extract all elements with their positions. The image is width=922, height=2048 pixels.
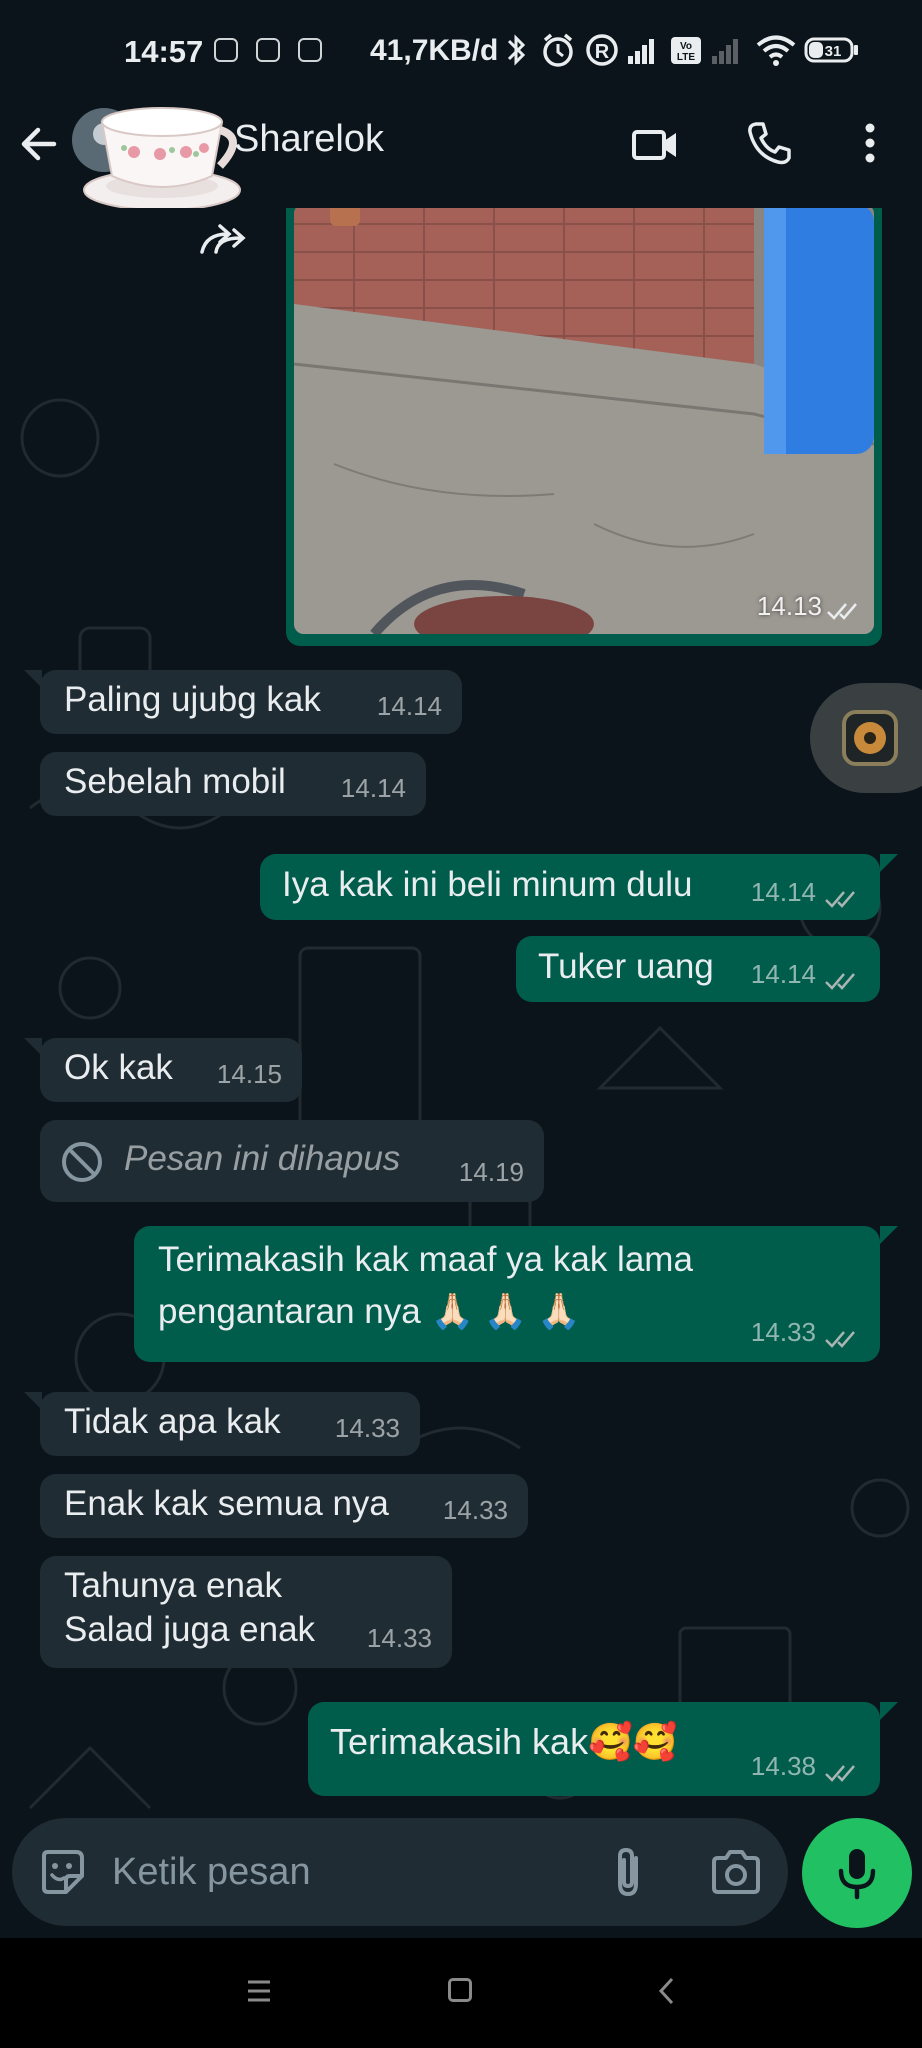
message-bubble-outgoing[interactable]: Terimakasih kak🥰🥰 14.38 xyxy=(308,1702,880,1796)
contact-name[interactable]: Sharelok xyxy=(234,118,384,161)
message-bubble-outgoing[interactable]: Iya kak ini beli minum dulu 14.14 xyxy=(260,854,880,920)
bluetooth-icon xyxy=(507,34,526,66)
message-bubble-outgoing[interactable]: Terimakasih kak maaf ya kak lama pengant… xyxy=(134,1226,880,1362)
system-navigation-bar xyxy=(0,1938,922,2048)
home-icon[interactable] xyxy=(448,1978,472,2002)
signal-icon xyxy=(628,39,654,64)
message-bubble-outgoing[interactable]: Tuker uang 14.14 xyxy=(516,936,880,1002)
signal-icon-2 xyxy=(712,39,738,64)
nav-back-icon[interactable] xyxy=(656,1976,678,2006)
bubble-tail xyxy=(24,1392,42,1410)
app-bubble-icon xyxy=(842,710,898,766)
alarm-icon xyxy=(543,33,573,67)
read-ticks-icon xyxy=(825,891,855,908)
message-time: 14.14 xyxy=(340,773,406,803)
message-time: 14.14 xyxy=(376,691,442,721)
chat-header: Sharelok xyxy=(0,100,922,211)
read-ticks-icon xyxy=(827,603,857,620)
bubble-tail xyxy=(880,1226,898,1244)
message-time: 14.14 xyxy=(750,959,816,989)
message-time: 14.15 xyxy=(216,1059,282,1089)
battery-icon: 31 xyxy=(804,37,858,63)
deleted-message-icon xyxy=(62,1142,102,1182)
video-call-icon[interactable] xyxy=(630,120,680,170)
message-text-line-1: Terimakasih kak maaf ya kak lama xyxy=(158,1240,693,1279)
status-bar: 14:57 41,7KB/d R Vo LTE 31 xyxy=(0,0,922,100)
bubble-tail xyxy=(24,670,42,688)
chat-area[interactable]: 14.13 Paling ujubg kak 14.14 Sebelah mob… xyxy=(0,208,922,1938)
voice-message-button[interactable] xyxy=(802,1818,912,1928)
sticker-emoji-icon[interactable] xyxy=(36,1846,88,1898)
message-text: Ok kak xyxy=(64,1048,173,1087)
message-bubble-incoming[interactable]: Sebelah mobil 14.14 xyxy=(40,752,426,816)
message-bubble-incoming[interactable]: Tidak apa kak 14.33 xyxy=(40,1392,420,1456)
bubble-tail xyxy=(24,1038,42,1056)
message-bubble-incoming[interactable]: Ok kak 14.15 xyxy=(40,1038,302,1102)
gmail-notification-icon xyxy=(214,38,238,62)
message-bubble-incoming[interactable]: Tahunya enak Salad juga enak 14.33 xyxy=(40,1556,452,1668)
message-text-line-2: Salad juga enak xyxy=(64,1610,316,1649)
message-time: 14.33 xyxy=(334,1413,400,1443)
status-time: 14:57 xyxy=(124,34,204,69)
message-time: 14.14 xyxy=(750,877,816,907)
read-ticks-icon xyxy=(825,973,855,990)
deleted-message-text: Pesan ini dihapus xyxy=(124,1139,401,1178)
svg-text:R: R xyxy=(595,41,610,63)
camera-icon[interactable] xyxy=(710,1848,762,1896)
bubble-tail xyxy=(880,854,898,872)
message-bubble-incoming[interactable]: Paling ujubg kak 14.14 xyxy=(40,670,462,734)
image-message[interactable]: 14.13 xyxy=(286,208,882,646)
shared-photo[interactable]: 14.13 xyxy=(294,208,874,634)
message-text: Enak kak semua nya xyxy=(64,1484,389,1523)
registered-icon: R xyxy=(586,34,618,66)
photo-content xyxy=(294,208,874,634)
message-text-line-1: Tahunya enak xyxy=(64,1566,282,1605)
message-text-line-2: pengantaran nya 🙏🏻 🙏🏻 🙏🏻 xyxy=(158,1292,581,1331)
back-arrow-icon[interactable] xyxy=(16,120,64,168)
message-time: 14.33 xyxy=(750,1317,816,1347)
photo-time: 14.13 xyxy=(756,591,822,621)
message-text: Iya kak ini beli minum dulu xyxy=(282,865,693,904)
recent-apps-icon[interactable] xyxy=(246,1978,272,2004)
microphone-icon xyxy=(838,1849,876,1900)
svg-text:LTE: LTE xyxy=(677,52,695,63)
battery-level: 31 xyxy=(825,43,842,60)
message-text: Paling ujubg kak xyxy=(64,680,321,719)
message-bubble-incoming[interactable]: Enak kak semua nya 14.33 xyxy=(40,1474,528,1538)
network-speed: 41,7KB/d xyxy=(370,34,499,67)
message-text: Tidak apa kak xyxy=(64,1402,281,1441)
message-time: 14.38 xyxy=(750,1751,816,1781)
svg-text:Vo: Vo xyxy=(680,41,692,52)
bubble-tail xyxy=(880,1702,898,1720)
message-time: 14.19 xyxy=(458,1157,524,1187)
floating-bubble-button[interactable] xyxy=(810,683,922,793)
message-input[interactable] xyxy=(112,1818,592,1926)
message-composer xyxy=(12,1818,788,1926)
tiktok-notification-icon xyxy=(256,38,280,62)
message-bubble-deleted[interactable]: Pesan ini dihapus 14.19 xyxy=(40,1120,544,1202)
message-time: 14.33 xyxy=(442,1495,508,1525)
volte-icon: Vo LTE xyxy=(671,37,701,64)
wifi-icon xyxy=(756,35,796,66)
more-options-icon[interactable] xyxy=(852,118,888,168)
read-ticks-icon xyxy=(825,1331,855,1348)
app-notification-icon xyxy=(298,38,322,62)
read-ticks-icon xyxy=(825,1765,855,1782)
message-time: 14.33 xyxy=(366,1623,432,1653)
message-text: Terimakasih kak🥰🥰 xyxy=(330,1721,678,1762)
attach-paperclip-icon[interactable] xyxy=(608,1844,648,1900)
forward-icon[interactable] xyxy=(196,218,256,262)
message-text: Sebelah mobil xyxy=(64,762,286,801)
voice-call-icon[interactable] xyxy=(744,118,794,168)
message-text: Tuker uang xyxy=(538,947,714,986)
